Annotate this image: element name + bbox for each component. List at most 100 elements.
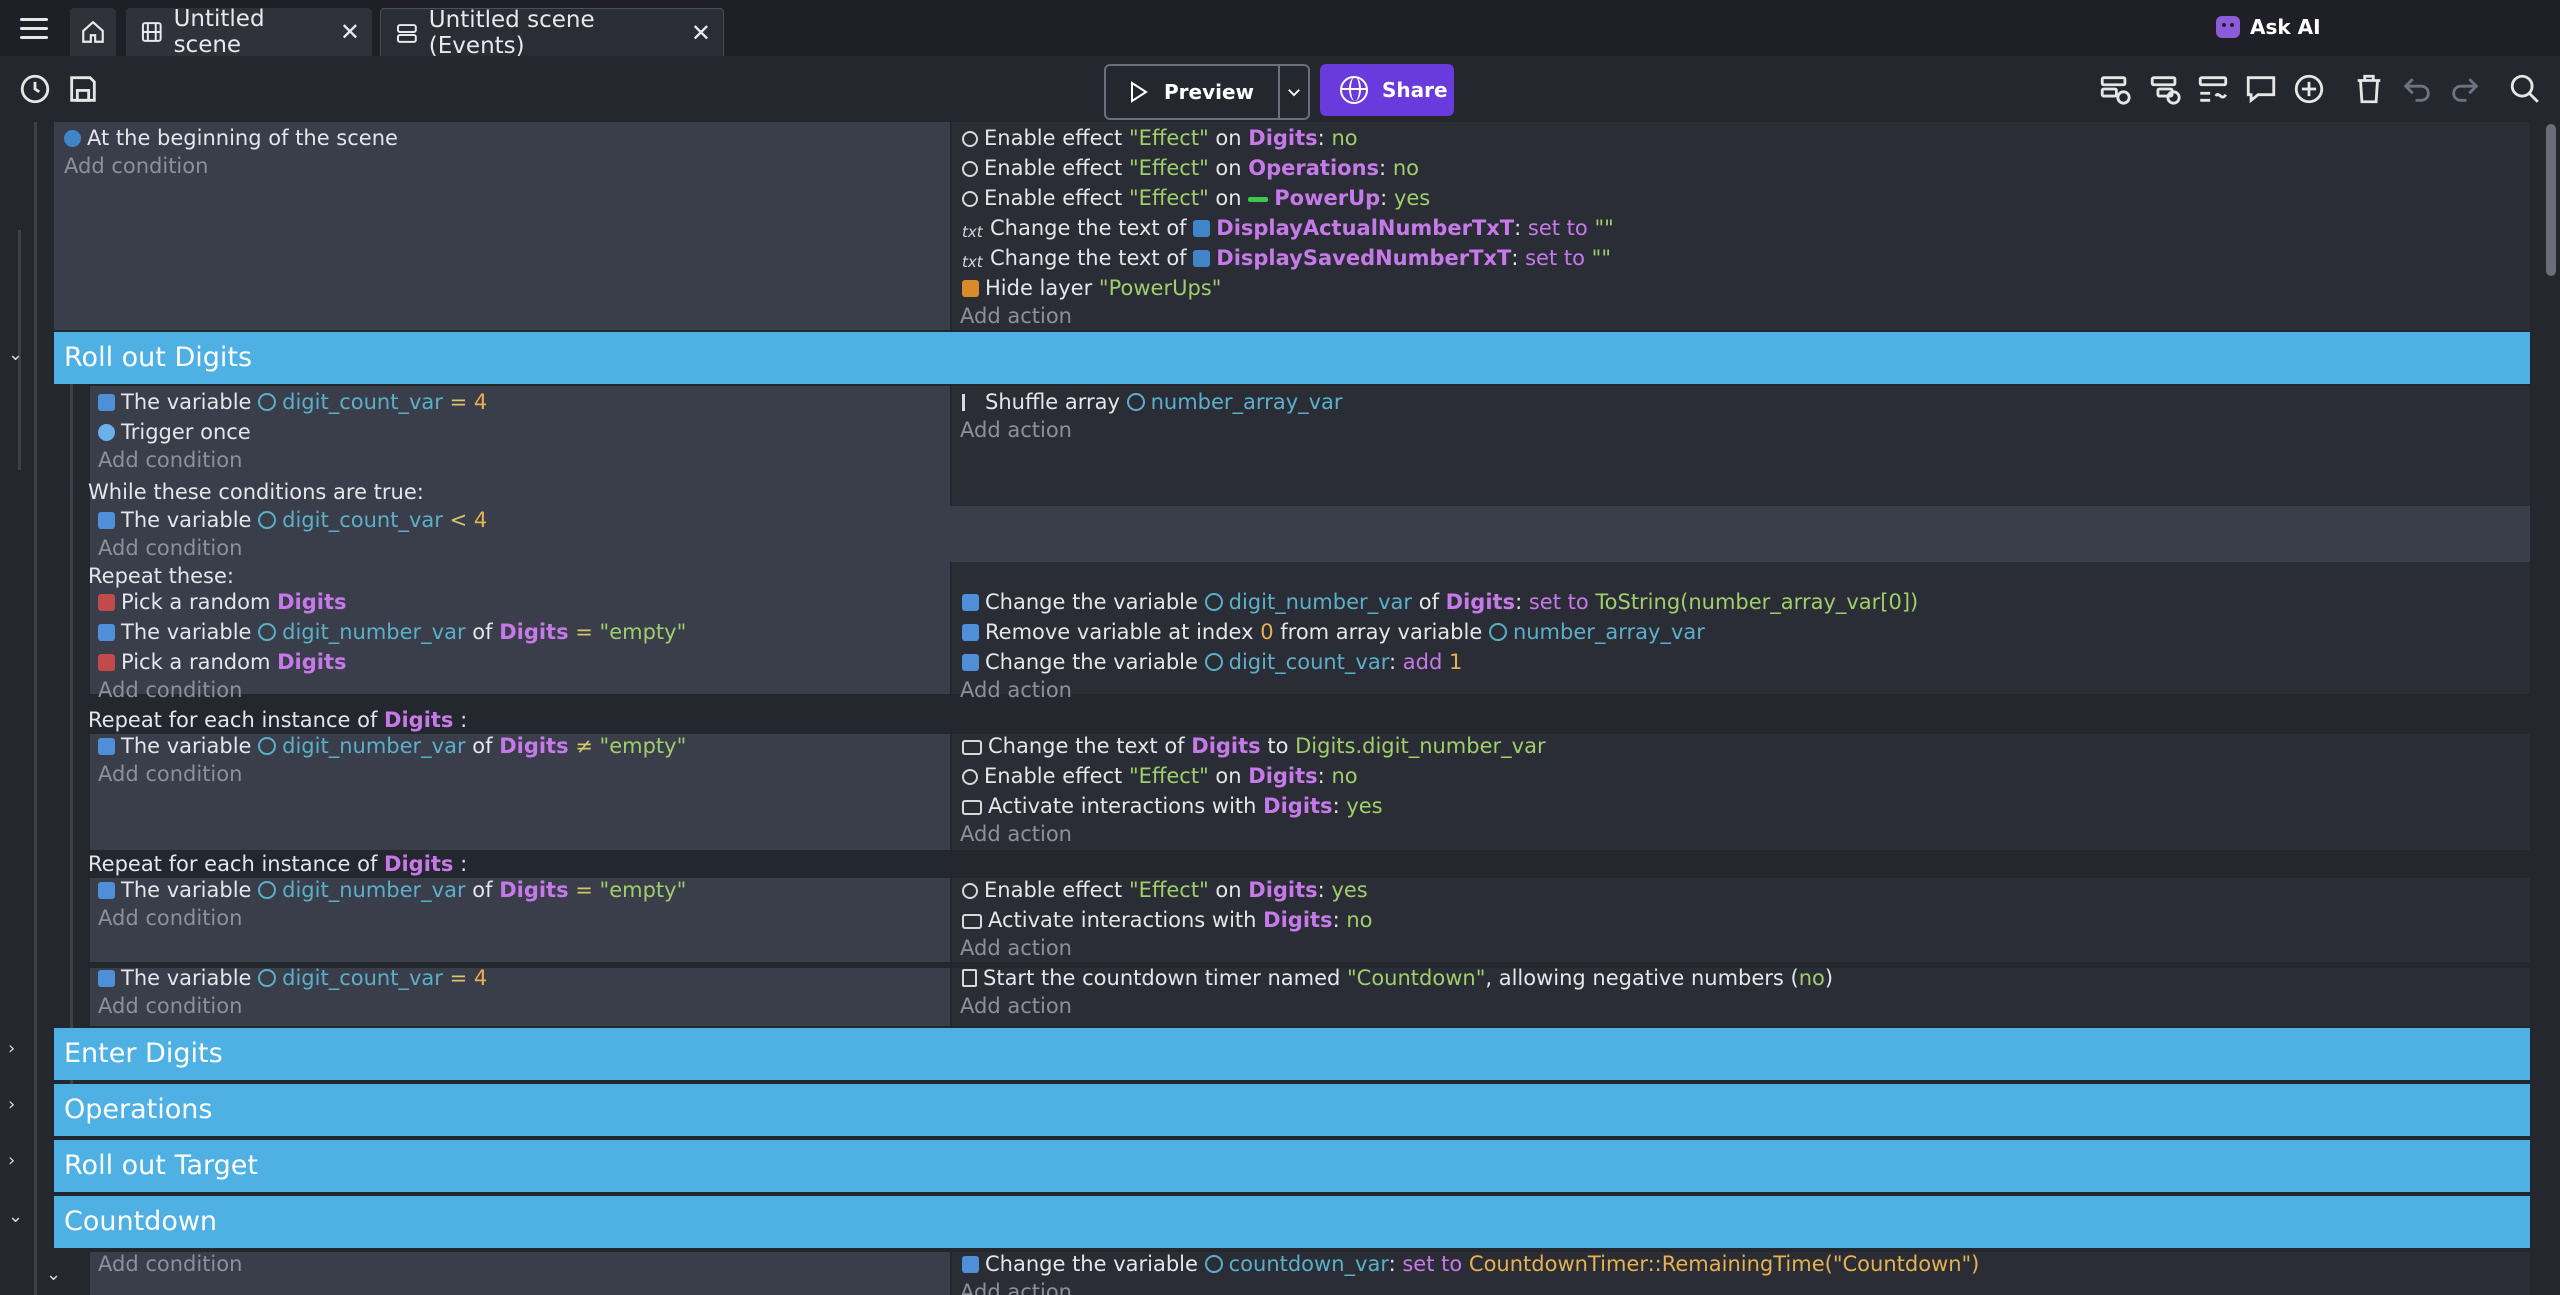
action-enable-effect[interactable]: Enable effect "Effect" on Digits: no [962, 124, 1358, 152]
add-condition-link[interactable]: Add condition [98, 906, 242, 930]
condition-pick-random[interactable]: Pick a random Digits [98, 648, 347, 676]
close-icon[interactable]: ✕ [340, 18, 360, 46]
add-sub-event-icon[interactable] [2148, 72, 2182, 106]
group-enter-digits[interactable]: Enter Digits [54, 1028, 2530, 1080]
object-variable-icon [1204, 593, 1223, 611]
add-condition-link[interactable]: Add condition [64, 154, 208, 178]
global-variable-icon [1204, 1255, 1223, 1273]
condition-variable[interactable]: The variable digit_number_var of Digits … [98, 618, 686, 646]
history-icon[interactable] [18, 72, 52, 106]
condition-scene-start[interactable]: At the beginning of the scene [64, 124, 398, 152]
variable-icon [962, 1256, 979, 1273]
add-condition-link[interactable]: Add condition [98, 762, 242, 786]
preview-label: Preview [1164, 80, 1255, 104]
group-roll-out-target[interactable]: Roll out Target [54, 1140, 2530, 1192]
home-tab[interactable] [70, 8, 116, 56]
close-icon[interactable]: ✕ [691, 19, 711, 47]
robot-icon [2216, 16, 2240, 38]
condition-trigger-once[interactable]: Trigger once [98, 418, 251, 446]
events-icon [396, 24, 417, 43]
film-icon [141, 22, 162, 42]
tab-label: Untitled scene (Events) [428, 7, 595, 59]
add-action-link[interactable]: Add action [960, 678, 1072, 702]
action-change-text[interactable]: txt Change the text of DisplaySavedNumber… [962, 244, 1611, 272]
add-condition-link[interactable]: Add condition [98, 448, 242, 472]
condition-variable[interactable]: The variable digit_count_var < 4 [98, 506, 487, 534]
chevron-down-icon[interactable]: ⌄ [8, 344, 23, 365]
add-action-link[interactable]: Add action [960, 936, 1072, 960]
group-operations[interactable]: Operations [54, 1084, 2530, 1136]
event-actions[interactable] [952, 386, 2530, 600]
chevron-right-icon[interactable]: › [8, 1094, 15, 1115]
search-icon[interactable] [2508, 72, 2542, 106]
action-activate-interactions[interactable]: Activate interactions with Digits: yes [962, 792, 1383, 820]
add-action-link[interactable]: Add action [960, 1280, 1072, 1295]
add-condition-link[interactable]: Add condition [98, 536, 242, 560]
condition-variable[interactable]: The variable digit_count_var = 4 [98, 388, 487, 416]
add-icon[interactable] [2292, 72, 2326, 106]
text-object-icon [962, 740, 982, 755]
undo-icon[interactable] [2400, 72, 2434, 106]
scrollbar[interactable] [2546, 124, 2556, 276]
variable-icon [98, 624, 115, 641]
share-label: Share [1382, 78, 1448, 102]
add-condition-link[interactable]: Add condition [98, 1252, 242, 1276]
global-variable-icon [1126, 393, 1145, 411]
action-start-countdown[interactable]: Start the countdown timer named "Countdo… [962, 964, 1833, 992]
action-shuffle-array[interactable]: Shuffle array number_array_var [962, 388, 1343, 416]
add-group-icon[interactable] [2196, 72, 2230, 106]
ask-ai-button[interactable]: Ask AI [2216, 12, 2321, 42]
tab-bar: Untitled scene ✕ Untitled scene (Events)… [0, 0, 2560, 59]
group-roll-out-digits[interactable]: Roll out Digits [54, 332, 2530, 384]
effect-icon [962, 191, 978, 207]
add-condition-link[interactable]: Add condition [98, 994, 242, 1018]
action-change-variable[interactable]: Change the variable countdown_var: set t… [962, 1250, 1979, 1278]
preview-group: Preview [1104, 64, 1310, 120]
action-enable-effect[interactable]: Enable effect "Effect" on Digits: yes [962, 876, 1368, 904]
condition-pick-random[interactable]: Pick a random Digits [98, 588, 347, 616]
tab-untitled-scene[interactable]: Untitled scene ✕ [126, 6, 372, 58]
action-change-variable[interactable]: Change the variable digit_count_var: add… [962, 648, 1462, 676]
interaction-icon [962, 914, 982, 929]
action-enable-effect[interactable]: Enable effect "Effect" on PowerUp: yes [962, 184, 1430, 212]
action-change-text[interactable]: txt Change the text of DisplayActualNumbe… [962, 214, 1614, 242]
menu-icon[interactable] [14, 12, 54, 46]
add-condition-link[interactable]: Add condition [98, 678, 242, 702]
save-icon[interactable] [66, 72, 100, 106]
variable-icon [98, 394, 115, 411]
chevron-down-icon[interactable]: ⌄ [46, 1264, 61, 1285]
add-action-link[interactable]: Add action [960, 822, 1072, 846]
condition-variable[interactable]: The variable digit_number_var of Digits … [98, 876, 686, 904]
condition-variable[interactable]: The variable digit_count_var = 4 [98, 964, 487, 992]
add-event-icon[interactable] [2098, 72, 2132, 106]
gutter-line [70, 384, 73, 1100]
share-button[interactable]: Share [1320, 64, 1454, 116]
action-activate-interactions[interactable]: Activate interactions with Digits: no [962, 906, 1373, 934]
condition-variable[interactable]: The variable digit_number_var of Digits … [98, 732, 686, 760]
event-sheet[interactable]: At the beginning of the scene Add condit… [0, 122, 2548, 1295]
action-enable-effect[interactable]: Enable effect "Effect" on Operations: no [962, 154, 1419, 182]
delete-icon[interactable] [2352, 72, 2386, 106]
group-countdown[interactable]: Countdown [54, 1196, 2530, 1248]
add-action-link[interactable]: Add action [960, 304, 1072, 328]
play-icon [1131, 81, 1148, 103]
chevron-right-icon[interactable]: › [8, 1150, 15, 1171]
tab-untitled-scene-events[interactable]: Untitled scene (Events) ✕ [380, 7, 724, 59]
redo-icon[interactable] [2448, 72, 2482, 106]
action-change-text[interactable]: Change the text of Digits to Digits.digi… [962, 732, 1546, 760]
action-remove-array-index[interactable]: Remove variable at index 0 from array va… [962, 618, 1705, 646]
global-variable-icon [1204, 653, 1223, 671]
while-header: While these conditions are true: [88, 480, 424, 504]
preview-button[interactable]: Preview [1106, 66, 1280, 118]
action-hide-layer[interactable]: Hide layer "PowerUps" [962, 274, 1221, 302]
home-icon [82, 20, 104, 43]
chevron-down-icon[interactable]: ⌄ [8, 1206, 23, 1227]
chevron-right-icon[interactable]: › [8, 1038, 15, 1059]
add-action-link[interactable]: Add action [960, 994, 1072, 1018]
action-change-variable[interactable]: Change the variable digit_number_var of … [962, 588, 1918, 616]
action-enable-effect[interactable]: Enable effect "Effect" on Digits: no [962, 762, 1358, 790]
comment-icon[interactable] [2244, 72, 2278, 106]
add-action-link[interactable]: Add action [960, 418, 1072, 442]
preview-options-button[interactable] [1280, 66, 1308, 118]
effect-icon [962, 161, 978, 177]
